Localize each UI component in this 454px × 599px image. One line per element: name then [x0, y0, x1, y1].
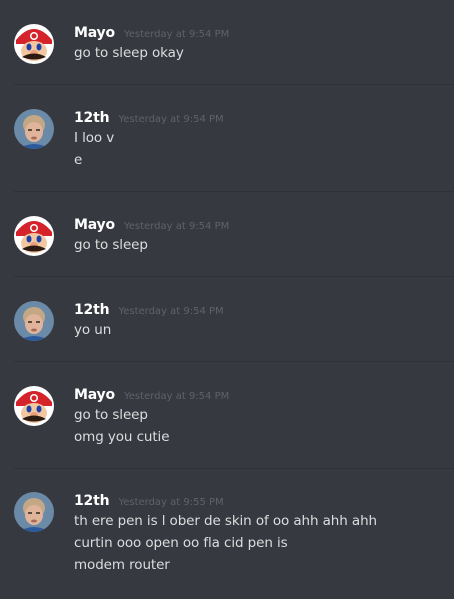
timestamp: Yesterday at 9:54 PM: [118, 306, 224, 317]
message-line: go to sleep okay: [74, 45, 184, 61]
mario-avatar-icon[interactable]: [14, 24, 54, 64]
mario-avatar-icon[interactable]: [14, 386, 54, 426]
message-line: curtin ooo open oo fla cid pen is: [74, 535, 288, 551]
chat-message-list: Mayo Yesterday at 9:54 PM go to sleep ok…: [0, 0, 454, 599]
message-divider: [14, 468, 454, 469]
message-divider: [14, 276, 454, 277]
username[interactable]: Mayo: [74, 387, 115, 403]
timestamp: Yesterday at 9:54 PM: [124, 29, 230, 40]
message-header: Mayo Yesterday at 9:54 PM: [74, 214, 230, 233]
username[interactable]: 12th: [74, 493, 110, 509]
message-line: go to sleep: [74, 237, 148, 253]
person-avatar-icon[interactable]: [14, 301, 54, 341]
message-line: yo un: [74, 322, 112, 338]
username[interactable]: Mayo: [74, 217, 115, 233]
message-content: go to sleep okay: [74, 42, 184, 64]
message-line: go to sleep: [74, 407, 148, 423]
message-divider: [14, 361, 454, 362]
message-content: yo un: [74, 319, 111, 341]
timestamp: Yesterday at 9:55 PM: [118, 497, 224, 508]
message-header: Mayo Yesterday at 9:54 PM: [74, 384, 230, 403]
username[interactable]: 12th: [74, 302, 110, 318]
username[interactable]: 12th: [74, 110, 110, 126]
message-line: e: [74, 152, 83, 168]
message-line: modem router: [74, 557, 170, 573]
timestamp: Yesterday at 9:54 PM: [124, 221, 230, 232]
mario-avatar-icon[interactable]: [14, 216, 54, 256]
message-header: 12th Yesterday at 9:54 PM: [74, 107, 224, 126]
timestamp: Yesterday at 9:54 PM: [124, 391, 230, 402]
message-line: th ere pen is l ober de skin of oo ahh a…: [74, 513, 377, 529]
message-line: omg you cutie: [74, 429, 170, 445]
message-divider: [14, 191, 454, 192]
message-content: go to sleep omg you cutie: [74, 404, 170, 448]
timestamp: Yesterday at 9:54 PM: [118, 114, 224, 125]
message-header: 12th Yesterday at 9:54 PM: [74, 299, 224, 318]
person-avatar-icon[interactable]: [14, 109, 54, 149]
person-avatar-icon[interactable]: [14, 492, 54, 532]
username[interactable]: Mayo: [74, 25, 115, 41]
message-divider: [14, 84, 454, 85]
message-content: th ere pen is l ober de skin of oo ahh a…: [74, 510, 377, 576]
message-header: 12th Yesterday at 9:55 PM: [74, 490, 224, 509]
message-content: I loo v e: [74, 127, 114, 171]
message-line: I loo v: [74, 130, 115, 146]
message-header: Mayo Yesterday at 9:54 PM: [74, 22, 230, 41]
message-content: go to sleep: [74, 234, 148, 256]
